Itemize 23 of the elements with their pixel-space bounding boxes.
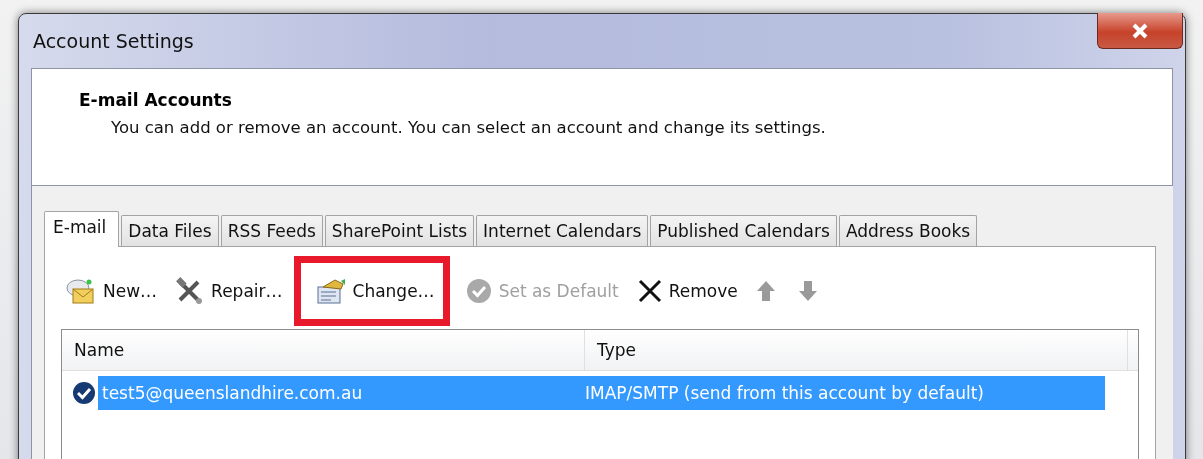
window-title: Account Settings [33, 30, 194, 52]
tab[interactable]: Internet Calendars [476, 215, 649, 246]
section-title: E-mail Accounts [79, 90, 233, 110]
tab[interactable]: Data Files [121, 215, 219, 246]
arrow-up-icon [755, 280, 776, 302]
envelope-icon [65, 277, 97, 305]
toolbar-button[interactable]: Remove [632, 271, 742, 311]
check-circle-icon [464, 277, 493, 305]
toolbar-button[interactable]: Change… [300, 263, 443, 319]
tab[interactable]: RSS Feeds [220, 215, 323, 246]
column-header[interactable]: Type [585, 330, 1128, 370]
settings-card-icon [314, 277, 347, 305]
section-description: You can add or remove an account. You can select an account and change its settings. [111, 118, 827, 137]
tab[interactable]: Published Calendars [650, 215, 837, 246]
tab[interactable]: E-mail [44, 211, 120, 247]
column-header[interactable]: Name [62, 330, 585, 370]
toolbar-button[interactable]: New… [61, 271, 162, 311]
arrow-down-icon [797, 280, 818, 302]
tab[interactable]: SharePoint Lists [324, 215, 475, 246]
tab[interactable]: Address Books [838, 215, 978, 246]
close-button[interactable] [1097, 13, 1183, 49]
toolbar-button[interactable]: Repair… [171, 271, 287, 311]
x-icon [636, 278, 663, 304]
